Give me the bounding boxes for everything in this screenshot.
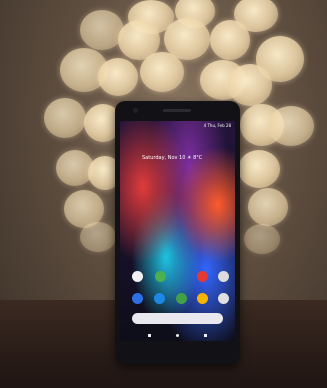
bokeh-light — [228, 64, 272, 106]
front-camera — [133, 108, 138, 113]
recents-icon[interactable] — [204, 334, 207, 337]
maps-icon[interactable] — [155, 271, 166, 282]
bokeh-light — [238, 150, 280, 188]
photo-scene: 4 Thu, Feb 28 Saturday, Nov 10 ☀ 8°C — [0, 0, 327, 388]
phone-icon[interactable] — [132, 293, 143, 304]
chrome-icon[interactable] — [218, 271, 229, 282]
bokeh-light — [268, 106, 314, 146]
bokeh-light — [244, 224, 280, 254]
earpiece-speaker — [163, 109, 191, 112]
bokeh-light — [248, 188, 288, 226]
status-bar-text: 4 Thu, Feb 28 — [203, 123, 231, 128]
play-store-icon[interactable] — [176, 293, 187, 304]
back-icon[interactable] — [148, 334, 151, 337]
chrome-dock-icon[interactable] — [197, 293, 208, 304]
messages-icon[interactable] — [154, 293, 165, 304]
navigation-bar — [120, 330, 235, 341]
gmail-icon[interactable] — [132, 271, 143, 282]
youtube-icon[interactable] — [197, 271, 208, 282]
bokeh-light — [80, 10, 124, 50]
bokeh-light — [44, 98, 86, 138]
bokeh-light — [98, 58, 138, 96]
google-search-bar[interactable] — [132, 313, 223, 324]
home-date-widget: Saturday, Nov 10 ☀ 8°C — [142, 155, 203, 161]
phone-screen: 4 Thu, Feb 28 Saturday, Nov 10 ☀ 8°C — [120, 121, 235, 341]
smartphone: 4 Thu, Feb 28 Saturday, Nov 10 ☀ 8°C — [115, 101, 240, 364]
camera-icon[interactable] — [218, 293, 229, 304]
bokeh-light — [210, 20, 250, 60]
home-icon[interactable] — [176, 334, 179, 337]
bokeh-light — [80, 222, 116, 252]
bokeh-light — [140, 52, 184, 92]
